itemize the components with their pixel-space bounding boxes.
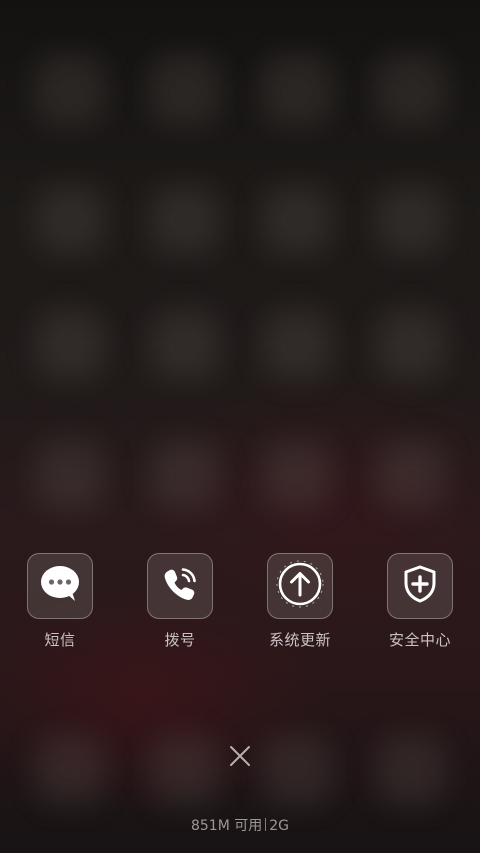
upload-arrow-icon (276, 560, 324, 612)
memory-status: 851M 可用 2G (0, 815, 480, 835)
memory-total: 2G (269, 818, 290, 834)
quick-action-tile[interactable] (147, 553, 213, 619)
phone-icon (159, 563, 201, 609)
quick-action-system-update[interactable]: 系统更新 (240, 553, 360, 650)
blurred-app-icon (150, 55, 220, 125)
message-bubble-icon (39, 564, 81, 608)
blurred-app-icon (150, 735, 220, 805)
blurred-app-icon (262, 735, 332, 805)
blurred-app-icon (376, 185, 446, 255)
blurred-app-icon (376, 55, 446, 125)
blurred-app-icon (35, 185, 105, 255)
blurred-app-icon (376, 310, 446, 380)
blurred-app-icon (150, 185, 220, 255)
quick-action-dialer[interactable]: 拨号 (120, 553, 240, 650)
quick-action-label: 短信 (44, 631, 76, 649)
blurred-app-icon (262, 440, 332, 510)
blurred-app-icon (262, 55, 332, 125)
quick-action-label: 拨号 (164, 631, 196, 649)
quick-action-messages[interactable]: 短信 (0, 553, 120, 650)
blurred-app-icon (35, 440, 105, 510)
quick-action-label: 系统更新 (268, 631, 331, 649)
quick-action-label: 安全中心 (388, 631, 451, 649)
shield-plus-icon (402, 564, 438, 608)
blurred-wallpaper (0, 0, 480, 853)
blurred-app-icon (262, 310, 332, 380)
blurred-app-icon (262, 185, 332, 255)
blurred-app-icon (376, 735, 446, 805)
blurred-app-icon (150, 440, 220, 510)
memory-available: 851M 可用 (190, 818, 263, 834)
quick-action-tile[interactable] (267, 553, 333, 619)
quick-action-tile[interactable] (387, 553, 453, 619)
quick-action-tile[interactable] (27, 553, 93, 619)
blurred-app-icon (35, 55, 105, 125)
blurred-app-icon (376, 440, 446, 510)
close-button[interactable] (222, 740, 258, 776)
memory-separator (265, 818, 267, 831)
blurred-app-icon (35, 735, 105, 805)
close-icon (229, 745, 251, 771)
quick-actions-row: 短信 拨号 系统更新 安全中心 (0, 553, 480, 663)
blurred-app-icon (35, 310, 105, 380)
blurred-app-icon (150, 310, 220, 380)
quick-action-security-center[interactable]: 安全中心 (360, 553, 480, 650)
